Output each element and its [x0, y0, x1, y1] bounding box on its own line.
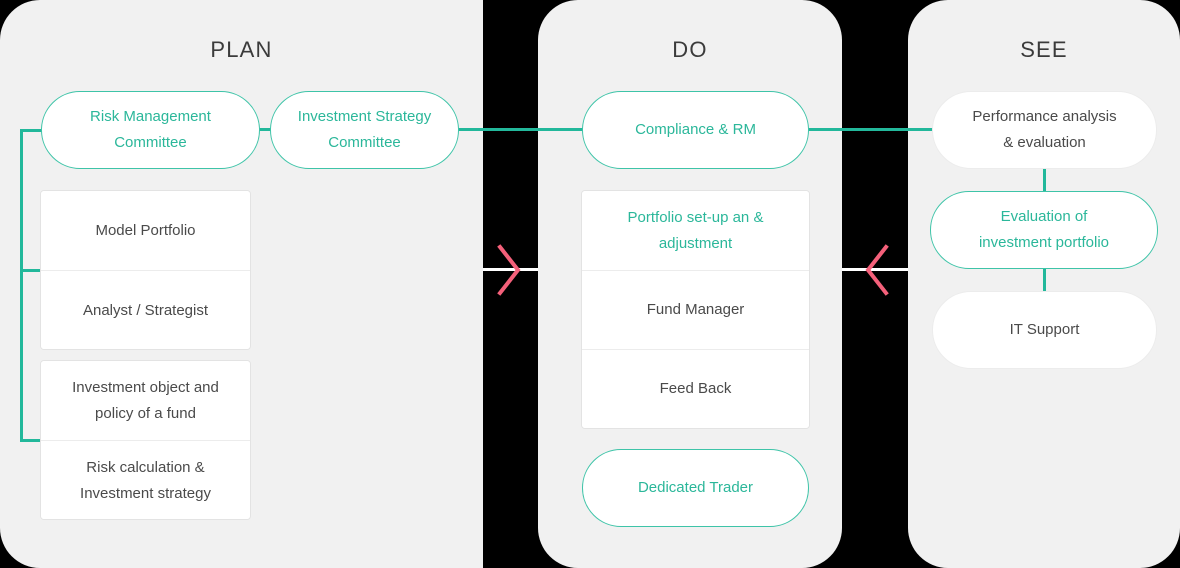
- node-investment-strategy-committee[interactable]: Investment Strategy Committee: [270, 91, 459, 169]
- connector-plan-left-spine: [20, 129, 23, 442]
- node-label: Risk Management Committee: [90, 108, 211, 151]
- node-evaluation-investment-portfolio[interactable]: Evaluation of investment portfolio: [930, 191, 1158, 269]
- node-label: Feed Back: [659, 380, 732, 397]
- node-label: Performance analysis & evaluation: [972, 108, 1117, 151]
- node-label: Model Portfolio: [95, 221, 196, 239]
- node-label: IT Support: [1009, 321, 1080, 338]
- column-title-see: SEE: [1020, 37, 1068, 62]
- node-model-portfolio[interactable]: Model Portfolio: [41, 191, 250, 271]
- node-performance-analysis-evaluation[interactable]: Performance analysis & evaluation: [932, 91, 1157, 169]
- diagram-canvas: PLAN DO SEE Risk Management Committee In…: [0, 0, 1180, 568]
- node-feed-back[interactable]: Feed Back: [582, 350, 809, 428]
- node-it-support[interactable]: IT Support: [932, 291, 1157, 369]
- node-label: Analyst / Strategist: [82, 301, 209, 319]
- node-risk-calculation-strategy[interactable]: Risk calculation & Investment strategy: [41, 441, 250, 519]
- node-compliance-rm[interactable]: Compliance & RM: [582, 91, 809, 169]
- node-label: Risk calculation & Investment strategy: [80, 458, 211, 502]
- node-fund-manager[interactable]: Fund Manager: [582, 271, 809, 350]
- connector-compliance-to-performance: [806, 128, 936, 131]
- node-dedicated-trader[interactable]: Dedicated Trader: [582, 449, 809, 527]
- node-investment-object-policy[interactable]: Investment object and policy of a fund: [41, 361, 250, 441]
- node-risk-management-committee[interactable]: Risk Management Committee: [41, 91, 260, 169]
- column-title-do: DO: [672, 37, 708, 62]
- node-label: Fund Manager: [646, 301, 745, 318]
- connector-isc-to-compliance: [457, 128, 585, 131]
- node-label: Portfolio set-up an & adjustment: [627, 208, 764, 252]
- group-plan-stack-lower: Investment object and policy of a fund R…: [40, 360, 251, 520]
- node-analyst-strategist[interactable]: Analyst / Strategist: [41, 271, 250, 349]
- column-title-plan: PLAN: [210, 37, 273, 62]
- node-label: Compliance & RM: [635, 121, 756, 138]
- node-portfolio-setup-adjustment[interactable]: Portfolio set-up an & adjustment: [582, 191, 809, 271]
- group-do-stack: Portfolio set-up an & adjustment Fund Ma…: [581, 190, 810, 429]
- chevron-left-icon: [864, 243, 898, 297]
- node-label: Investment object and policy of a fund: [72, 378, 219, 422]
- chevron-right-icon: [496, 243, 530, 297]
- node-label: Dedicated Trader: [637, 479, 754, 496]
- group-plan-stack-upper: Model Portfolio Analyst / Strategist: [40, 190, 251, 350]
- node-label: Evaluation of investment portfolio: [978, 208, 1110, 251]
- node-label: Investment Strategy Committee: [297, 108, 432, 151]
